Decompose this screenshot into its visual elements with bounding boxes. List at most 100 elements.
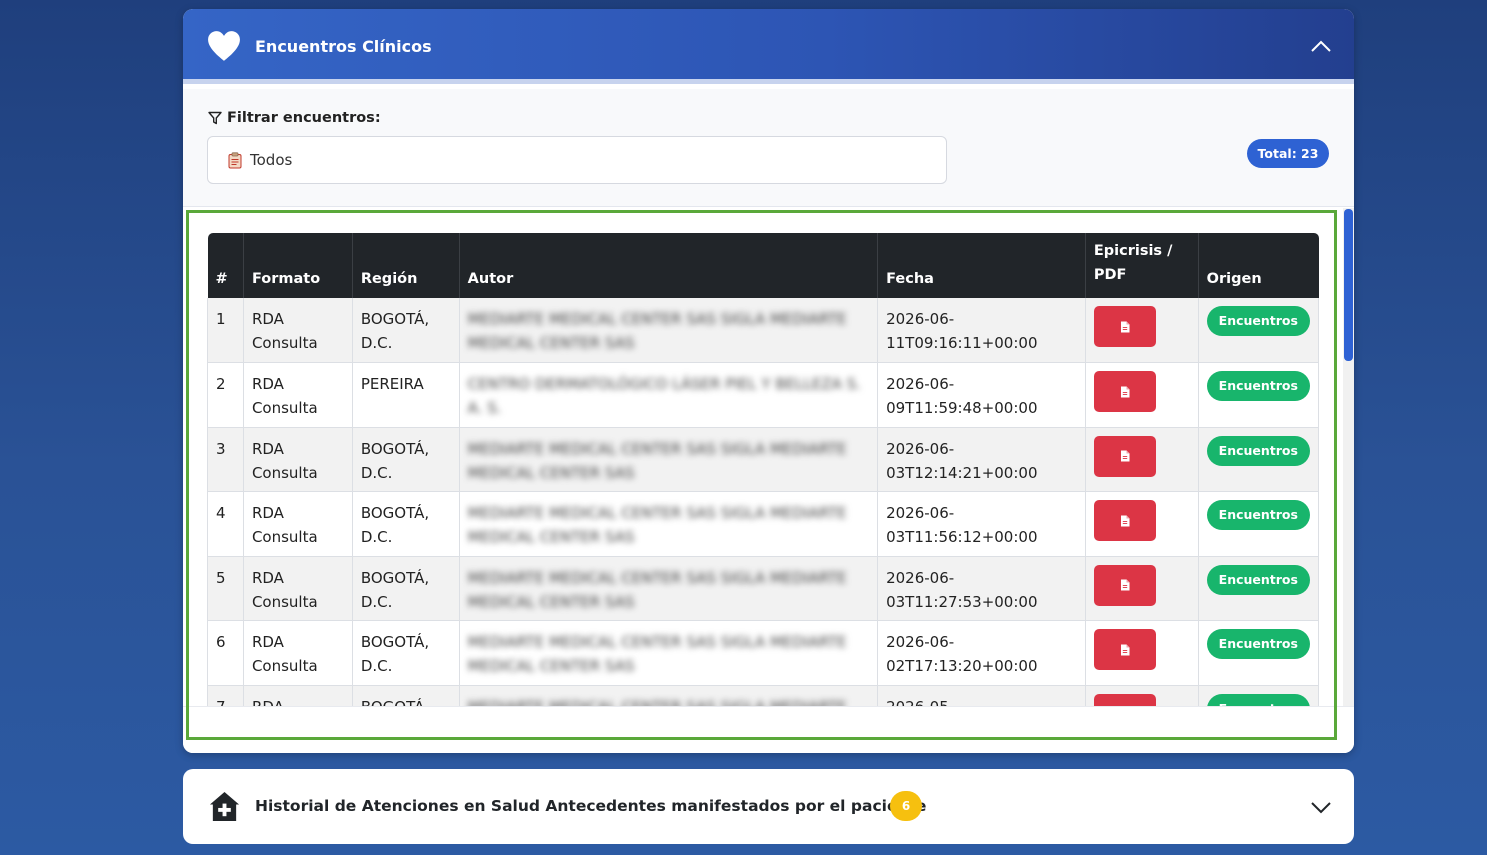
cell-formato: RDA Consulta	[243, 427, 353, 492]
col-header-number: #	[207, 233, 244, 298]
origin-badge[interactable]: Encuentros	[1206, 629, 1310, 659]
panel-title: Encuentros Clínicos	[255, 37, 432, 56]
cell-number-text: 3	[216, 439, 226, 458]
origin-badge[interactable]: Encuentros	[1206, 564, 1310, 595]
file-icon	[1120, 515, 1130, 526]
pdf-button[interactable]	[1093, 371, 1156, 412]
origin-badge[interactable]: Encuentros	[1206, 500, 1310, 530]
table-row: 7 RDA Consulta BOGOTÁ, D.C. MEDIARTE MEDICA…	[207, 685, 1320, 707]
cell-formato: RDA Consulta	[243, 491, 353, 557]
pdf-button[interactable]	[1093, 306, 1156, 347]
table-scrollbar[interactable]	[1343, 208, 1354, 706]
cell-origen: Encuentros	[1198, 298, 1320, 363]
table-row: 1 RDA Consulta BOGOTÁ, D.C. MEDIARTE MEDICA…	[207, 298, 1320, 363]
origin-badge[interactable]: Encuentros	[1206, 435, 1310, 466]
filter-label-text: Filtrar encuentros:	[227, 110, 381, 126]
cell-origen: Encuentros	[1198, 491, 1320, 557]
cell-formato-text: RDA Consulta	[251, 375, 318, 417]
cell-region-text: BOGOTÁ, D.C.	[360, 633, 430, 675]
pdf-button[interactable]	[1093, 435, 1156, 477]
table-row: 5 RDA Consulta BOGOTÁ, D.C. MEDIARTE MEDICA…	[207, 556, 1320, 621]
encounter-filter-select[interactable]: Todos	[207, 136, 947, 184]
cell-formato-text: RDA Consulta	[251, 504, 318, 546]
origin-badge[interactable]: Encuentros	[1206, 306, 1310, 336]
table-row: 6 RDA Consulta BOGOTÁ, D.C. MEDIARTE MEDICA…	[207, 620, 1320, 686]
cell-fecha: 2026-06-11T09:16:11+00:00	[877, 298, 1086, 363]
cell-fecha-text: 2026-06-11T09:16:11+00:00	[886, 310, 1038, 352]
cell-formato-text: RDA Consulta	[251, 633, 318, 675]
cell-number-text: 2	[216, 375, 226, 393]
cell-autor: MEDIARTE MEDICAL CENTER SAS SIGLA MEDIAR…	[459, 427, 879, 492]
cell-fecha-text: 2026-06-02T17:13:20+00:00	[886, 633, 1038, 675]
cell-epicrisis	[1085, 427, 1199, 492]
col-header-epicrisis: Epicrisis / PDF	[1085, 233, 1199, 298]
cell-region-text: BOGOTÁ, D.C.	[360, 568, 430, 611]
chevron-down-icon[interactable]	[1310, 799, 1332, 815]
cell-region: BOGOTÁ, D.C.	[352, 491, 460, 557]
house-medical-icon	[209, 791, 240, 822]
pdf-button[interactable]	[1093, 500, 1156, 541]
cell-number: 7	[207, 685, 244, 706]
history-panel-title: Historial de Atenciones en Salud Anteced…	[255, 797, 927, 815]
chevron-up-icon[interactable]	[1310, 38, 1332, 54]
file-icon	[1120, 644, 1130, 655]
cell-fecha: 2026-06-03T11:27:53+00:00	[877, 556, 1086, 621]
pdf-button[interactable]	[1093, 564, 1156, 606]
cell-fecha: 2026-06-03T12:14:21+00:00	[877, 427, 1086, 492]
cell-autor: MEDIARTE MEDICAL CENTER SAS SIGLA MEDIAR…	[459, 620, 879, 686]
history-panel[interactable]: Historial de Atenciones en Salud Anteced…	[183, 769, 1354, 844]
cell-autor: MEDIARTE MEDICAL CENTER SAS SIGLA MEDIAR…	[459, 685, 879, 707]
cell-fecha: 2026-06-03T11:56:12+00:00	[877, 491, 1086, 557]
cell-autor-text: MEDIARTE MEDICAL CENTER SAS SIGLA MEDIAR…	[468, 698, 847, 707]
encounters-table-container[interactable]: # Formato Región Autor Fecha Epicrisis /…	[183, 208, 1343, 706]
cell-epicrisis	[1085, 491, 1199, 557]
cell-origen: Encuentros	[1198, 556, 1320, 621]
cell-region: PEREIRA	[352, 362, 460, 428]
cell-number: 3	[207, 427, 244, 492]
origin-badge[interactable]: Encuentros	[1206, 371, 1310, 401]
cell-epicrisis	[1085, 556, 1199, 621]
pdf-button[interactable]	[1093, 693, 1156, 706]
cell-number-text: 1	[216, 310, 226, 328]
cell-fecha: 2026-05-	[877, 685, 1086, 706]
cell-formato-text: RDA Consulta	[251, 310, 318, 352]
cell-number: 1	[207, 298, 244, 363]
encounters-panel-header[interactable]: Encuentros Clínicos	[183, 9, 1354, 84]
col-header-origen: Origen	[1198, 233, 1319, 298]
filter-select-value: Todos	[250, 151, 293, 169]
file-icon	[1120, 386, 1130, 397]
cell-epicrisis	[1085, 298, 1199, 363]
cell-region: BOGOTÁ, D.C.	[352, 556, 460, 621]
cell-epicrisis	[1085, 620, 1199, 686]
cell-autor-text: MEDIARTE MEDICAL CENTER SAS SIGLA MEDIAR…	[467, 633, 847, 675]
cell-number: 4	[207, 491, 244, 557]
cell-number: 5	[207, 556, 244, 621]
table-header-row: # Formato Región Autor Fecha Epicrisis /…	[207, 233, 1319, 298]
cell-formato-text: RDA Consulta	[251, 439, 318, 482]
cell-number: 6	[207, 620, 244, 686]
cell-autor-text: MEDIARTE MEDICAL CENTER SAS SIGLA MEDIAR…	[467, 310, 847, 352]
cell-autor: MEDIARTE MEDICAL CENTER SAS SIGLA MEDIAR…	[459, 298, 879, 363]
cell-number-text: 4	[216, 504, 226, 522]
file-icon	[1120, 450, 1130, 462]
cell-formato: RDA Consulta	[243, 362, 353, 428]
cell-formato-text: RDA Consulta	[251, 568, 318, 611]
pdf-button[interactable]	[1093, 629, 1156, 670]
cell-region-text: BOGOTÁ, D.C.	[361, 698, 429, 707]
filter-label: Filtrar encuentros:	[208, 110, 381, 126]
scrollbar-thumb[interactable]	[1344, 209, 1353, 361]
cell-number: 2	[207, 362, 244, 428]
total-badge: Total: 23	[1247, 139, 1329, 168]
cell-region: BOGOTÁ, D.C.	[352, 427, 460, 492]
cell-region: BOGOTÁ, D.C.	[352, 620, 460, 686]
cell-number-text: 5	[216, 568, 226, 587]
col-header-formato: Formato	[243, 233, 353, 298]
panel-footer	[183, 706, 1354, 753]
origin-badge[interactable]: Encuentros	[1206, 693, 1310, 706]
filter-icon	[208, 111, 222, 125]
col-header-autor: Autor	[459, 233, 879, 298]
cell-number-text: 6	[216, 633, 226, 651]
cell-region-text: BOGOTÁ, D.C.	[360, 504, 430, 546]
cell-fecha-text: 2026-06-03T11:27:53+00:00	[886, 568, 1038, 611]
cell-epicrisis	[1085, 685, 1199, 706]
